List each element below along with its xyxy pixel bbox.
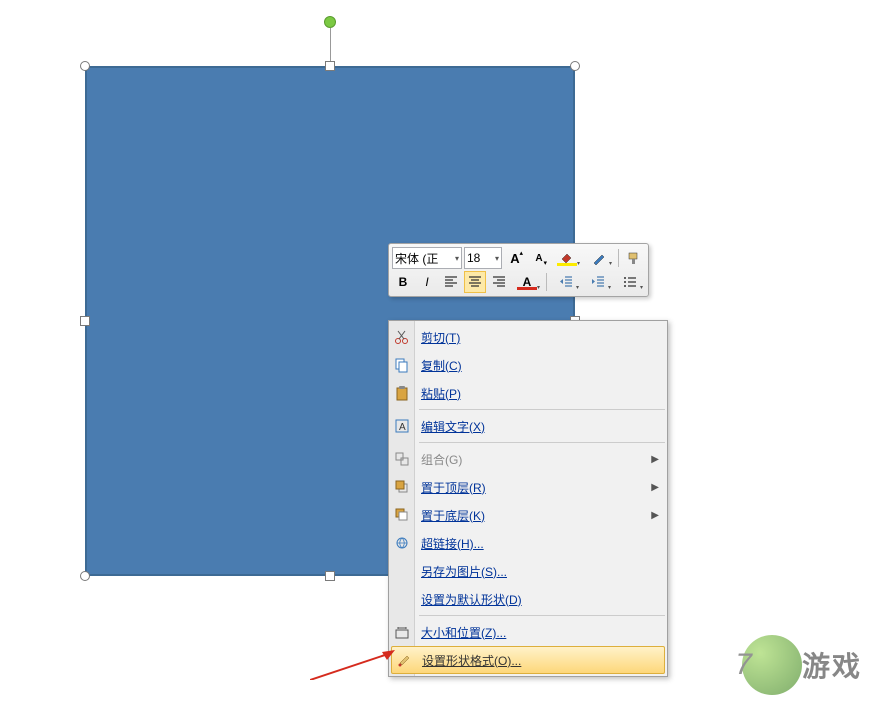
hyperlink-icon	[393, 534, 411, 552]
indent-right-icon	[591, 275, 605, 289]
font-select[interactable]: 宋体 (正 ▾	[392, 247, 462, 269]
chevron-down-icon: ▾	[495, 254, 499, 263]
menu-item-label: 设置为默认形状(D)	[421, 591, 522, 608]
menu-item-label: 编辑文字(X)	[421, 418, 485, 435]
align-center-icon	[468, 275, 482, 289]
font-size: 18	[467, 251, 480, 265]
menu-separator	[419, 615, 665, 616]
menu-item-label: 粘贴(P)	[421, 385, 461, 402]
bring-front-icon	[393, 478, 411, 496]
format-painter-button[interactable]	[623, 247, 645, 269]
menu-item-item-10[interactable]: 另存为图片(S)...	[389, 557, 667, 585]
bullets-icon	[623, 275, 637, 289]
brush-icon	[627, 251, 641, 265]
group-icon	[393, 450, 411, 468]
annotation-arrow	[310, 650, 395, 680]
edit-text-icon: A	[393, 417, 411, 435]
submenu-arrow-icon: ▶	[651, 454, 659, 465]
send-back-icon	[393, 506, 411, 524]
context-menu: 剪切(T)复制(C)粘贴(P)A编辑文字(X)组合(G)▶置于顶层(R)▶置于底…	[388, 320, 668, 677]
resize-handle-tr[interactable]	[570, 61, 580, 71]
blank-icon	[393, 562, 411, 580]
menu-item-group: 组合(G) ▶	[389, 445, 667, 473]
size-icon	[393, 623, 411, 641]
copy-icon	[393, 356, 411, 374]
submenu-arrow-icon: ▶	[651, 482, 659, 493]
menu-item-item-11[interactable]: 设置为默认形状(D)	[389, 585, 667, 613]
menu-item-label: 大小和位置(Z)...	[421, 624, 506, 641]
decrease-font-button[interactable]: A▾	[528, 247, 550, 269]
align-right-icon	[492, 275, 506, 289]
menu-item-hyperlink[interactable]: 超链接(H)...	[389, 529, 667, 557]
menu-item-label: 另存为图片(S)...	[421, 563, 507, 580]
watermark-logo: 7 游戏	[735, 635, 862, 695]
resize-handle-ml[interactable]	[80, 316, 90, 326]
shape-outline-button[interactable]: ▾	[584, 247, 614, 269]
menu-item-label: 置于底层(K)	[421, 507, 485, 524]
menu-item-copy[interactable]: 复制(C)	[389, 351, 667, 379]
watermark-text: 游戏	[802, 645, 862, 685]
menu-item-label: 置于顶层(R)	[421, 479, 486, 496]
resize-handle-tl[interactable]	[80, 61, 90, 71]
pen-icon	[592, 251, 606, 265]
increase-indent-button[interactable]: ▾	[583, 271, 613, 293]
menu-separator	[419, 409, 665, 410]
menu-item-label: 超链接(H)...	[421, 535, 484, 552]
menu-item-size[interactable]: 大小和位置(Z)...	[389, 618, 667, 646]
chevron-down-icon: ▾	[455, 254, 459, 263]
increase-font-button[interactable]: A▴	[504, 247, 526, 269]
menu-item-label: 设置形状格式(O)...	[422, 652, 521, 669]
svg-text:A: A	[399, 422, 406, 433]
cut-icon	[393, 328, 411, 346]
rotate-handle[interactable]	[324, 16, 336, 28]
font-size-select[interactable]: 18 ▾	[464, 247, 502, 269]
mini-toolbar: 宋体 (正 ▾ 18 ▾ A▴ A▾ ▾ ▾ B I	[388, 243, 649, 297]
resize-handle-bm[interactable]	[325, 571, 335, 581]
shape-fill-button[interactable]: ▾	[552, 247, 582, 269]
menu-item-bring-front[interactable]: 置于顶层(R) ▶	[389, 473, 667, 501]
bold-button[interactable]: B	[392, 271, 414, 293]
font-name: 宋体 (正	[395, 250, 438, 267]
paste-icon	[393, 384, 411, 402]
align-right-button[interactable]	[488, 271, 510, 293]
blank-icon	[393, 590, 411, 608]
resize-handle-bl[interactable]	[80, 571, 90, 581]
menu-item-label: 组合(G)	[421, 451, 462, 468]
font-color-button[interactable]: A▾	[512, 271, 542, 293]
menu-item-paste[interactable]: 粘贴(P)	[389, 379, 667, 407]
menu-item-label: 剪切(T)	[421, 329, 460, 346]
menu-item-format[interactable]: 设置形状格式(O)...	[391, 646, 665, 674]
menu-item-send-back[interactable]: 置于底层(K) ▶	[389, 501, 667, 529]
format-icon	[396, 651, 414, 669]
indent-left-icon	[559, 275, 573, 289]
submenu-arrow-icon: ▶	[651, 510, 659, 521]
align-center-button[interactable]	[464, 271, 486, 293]
align-left-button[interactable]	[440, 271, 462, 293]
decrease-indent-button[interactable]: ▾	[551, 271, 581, 293]
watermark-number: 7	[735, 648, 752, 682]
bullets-button[interactable]: ▾	[615, 271, 645, 293]
align-left-icon	[444, 275, 458, 289]
menu-item-cut[interactable]: 剪切(T)	[389, 323, 667, 351]
menu-item-label: 复制(C)	[421, 357, 462, 374]
menu-item-edit-text[interactable]: A 编辑文字(X)	[389, 412, 667, 440]
italic-button[interactable]: I	[416, 271, 438, 293]
resize-handle-tm[interactable]	[325, 61, 335, 71]
menu-separator	[419, 442, 665, 443]
